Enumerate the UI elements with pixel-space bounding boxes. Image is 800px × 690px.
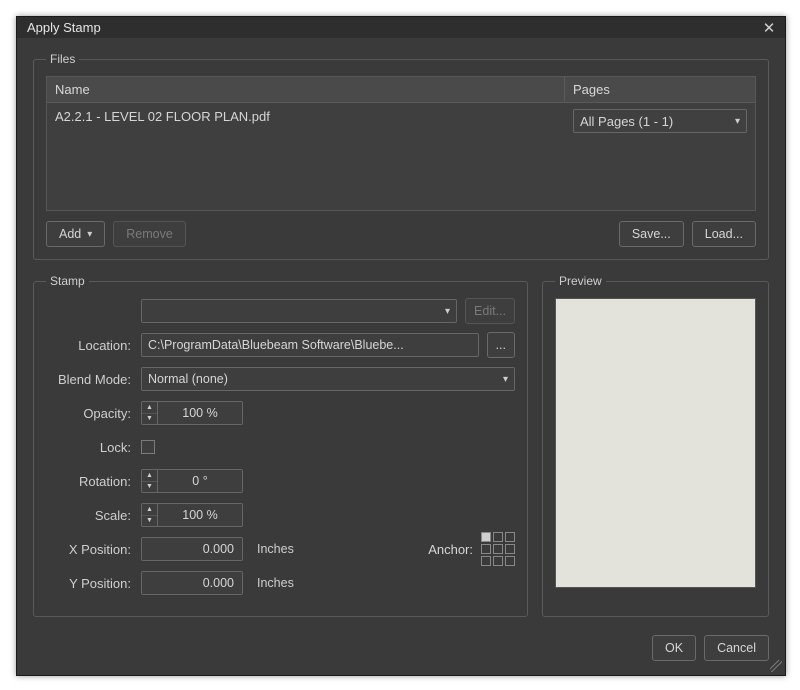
xpos-field[interactable]: 0.000 xyxy=(141,537,243,561)
lock-label: Lock: xyxy=(46,440,141,455)
stamp-group: Stamp ▾ Edit... Location: xyxy=(33,274,528,617)
close-icon[interactable]: ✕ xyxy=(759,18,779,38)
ypos-unit: Inches xyxy=(257,576,294,590)
chevron-down-icon[interactable]: ▼ xyxy=(142,482,157,493)
rotation-label: Rotation: xyxy=(46,474,141,489)
dialog-footer: OK Cancel xyxy=(17,627,785,675)
save-button[interactable]: Save... xyxy=(619,221,684,247)
scale-label: Scale: xyxy=(46,508,141,523)
column-header-pages[interactable]: Pages xyxy=(565,77,755,102)
file-name-cell: A2.2.1 - LEVEL 02 FLOOR PLAN.pdf xyxy=(47,103,565,139)
files-group: Files Name Pages A2.2.1 - LEVEL 02 FLOOR… xyxy=(33,52,769,260)
browse-button[interactable]: ... xyxy=(487,332,515,358)
opacity-stepper[interactable]: ▲▼ 100 % xyxy=(141,401,243,425)
chevron-down-icon[interactable]: ▼ xyxy=(142,414,157,425)
rotation-stepper[interactable]: ▲▼ 0 ° xyxy=(141,469,243,493)
preview-group: Preview xyxy=(542,274,769,617)
dialog-title: Apply Stamp xyxy=(27,20,759,35)
location-field[interactable]: C:\ProgramData\Bluebeam Software\Bluebe.… xyxy=(141,333,479,357)
files-legend: Files xyxy=(46,52,79,66)
stamp-legend: Stamp xyxy=(46,274,89,288)
resize-grip-icon[interactable] xyxy=(770,660,782,672)
preview-legend: Preview xyxy=(555,274,606,288)
chevron-down-icon[interactable]: ▼ xyxy=(142,516,157,527)
files-table: Name Pages A2.2.1 - LEVEL 02 FLOOR PLAN.… xyxy=(46,76,756,211)
chevron-down-icon: ▾ xyxy=(445,306,450,317)
pages-select-value: All Pages (1 - 1) xyxy=(580,114,673,129)
preview-pane xyxy=(555,298,756,588)
pages-select[interactable]: All Pages (1 - 1) ▾ xyxy=(573,109,747,133)
add-button[interactable]: Add ▾ xyxy=(46,221,105,247)
anchor-label: Anchor: xyxy=(428,542,473,557)
chevron-down-icon: ▾ xyxy=(735,116,740,127)
chevron-up-icon[interactable]: ▲ xyxy=(142,504,157,516)
ypos-label: Y Position: xyxy=(46,576,141,591)
anchor-grid[interactable] xyxy=(481,532,515,566)
xpos-label: X Position: xyxy=(46,542,141,557)
titlebar: Apply Stamp ✕ xyxy=(17,17,785,38)
edit-button[interactable]: Edit... xyxy=(465,298,515,324)
blend-mode-select[interactable]: Normal (none) ▾ xyxy=(141,367,515,391)
opacity-label: Opacity: xyxy=(46,406,141,421)
ypos-field[interactable]: 0.000 xyxy=(141,571,243,595)
blend-label: Blend Mode: xyxy=(46,372,141,387)
stamp-select[interactable]: ▾ xyxy=(141,299,457,323)
chevron-down-icon: ▾ xyxy=(87,229,92,240)
load-button[interactable]: Load... xyxy=(692,221,756,247)
chevron-up-icon[interactable]: ▲ xyxy=(142,470,157,482)
apply-stamp-dialog: Apply Stamp ✕ Files Name Pages A2.2.1 - … xyxy=(16,16,786,676)
ok-button[interactable]: OK xyxy=(652,635,696,661)
cancel-button[interactable]: Cancel xyxy=(704,635,769,661)
scale-stepper[interactable]: ▲▼ 100 % xyxy=(141,503,243,527)
xpos-unit: Inches xyxy=(257,542,294,556)
column-header-name[interactable]: Name xyxy=(47,77,565,102)
chevron-down-icon: ▾ xyxy=(503,374,508,385)
table-row[interactable]: A2.2.1 - LEVEL 02 FLOOR PLAN.pdf All Pag… xyxy=(47,103,755,139)
location-label: Location: xyxy=(46,338,141,353)
remove-button[interactable]: Remove xyxy=(113,221,186,247)
lock-checkbox[interactable] xyxy=(141,440,155,454)
chevron-up-icon[interactable]: ▲ xyxy=(142,402,157,414)
